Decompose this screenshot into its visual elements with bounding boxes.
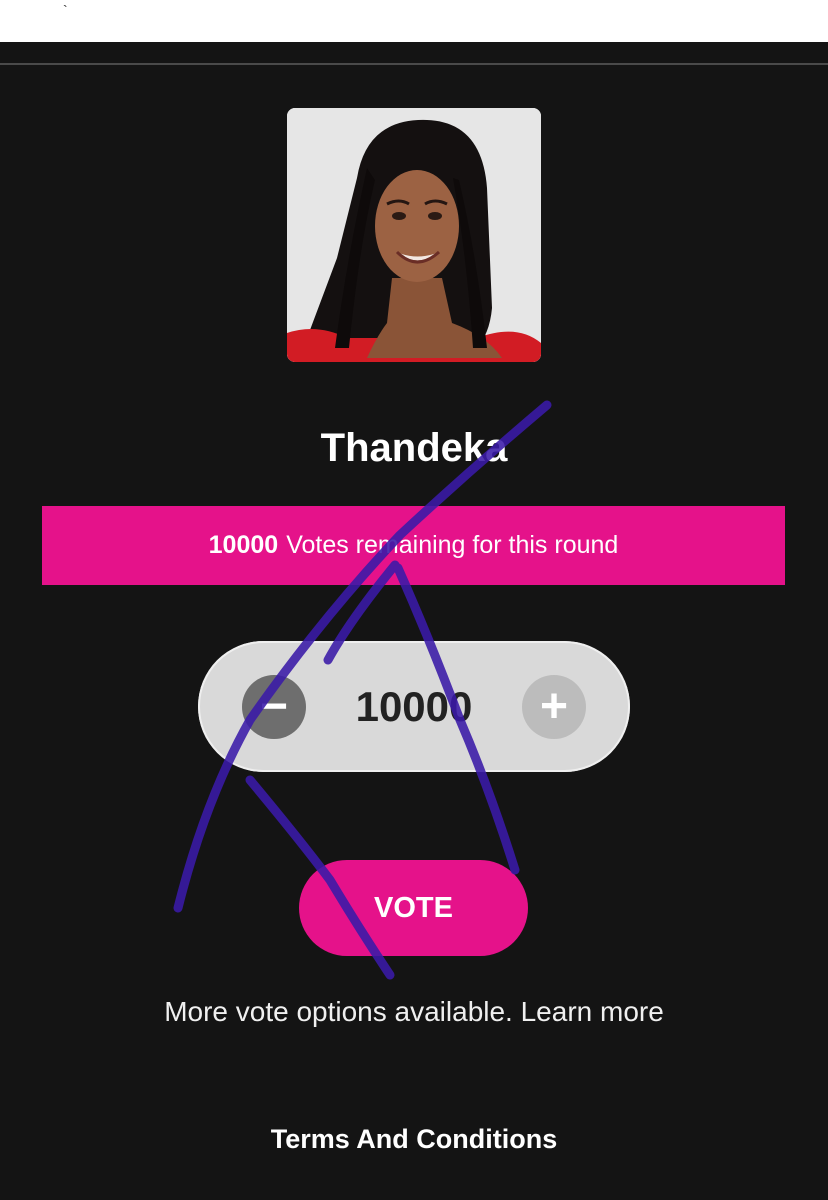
votes-remaining-banner: 10000 Votes remaining for this round xyxy=(42,506,785,585)
minus-icon: − xyxy=(259,680,289,733)
header-divider xyxy=(0,63,828,65)
votes-remaining-count: 10000 xyxy=(208,531,279,559)
vote-quantity-value[interactable]: 10000 xyxy=(318,641,510,772)
more-vote-options-link[interactable]: More vote options available. Learn more xyxy=(0,996,828,1028)
top-strip-mark: ` xyxy=(63,2,68,18)
votes-remaining-text: Votes remaining for this round xyxy=(286,531,619,559)
contestant-photo xyxy=(287,108,541,362)
top-strip: ` xyxy=(0,0,828,42)
vote-quantity-stepper: − 10000 + xyxy=(198,641,630,772)
decrement-button[interactable]: − xyxy=(242,675,306,739)
contestant-name: Thandeka xyxy=(320,426,508,470)
vote-button[interactable]: VOTE xyxy=(299,860,528,956)
terms-and-conditions-link[interactable]: Terms And Conditions xyxy=(0,1124,828,1155)
increment-button[interactable]: + xyxy=(522,675,586,739)
plus-icon: + xyxy=(539,680,569,733)
